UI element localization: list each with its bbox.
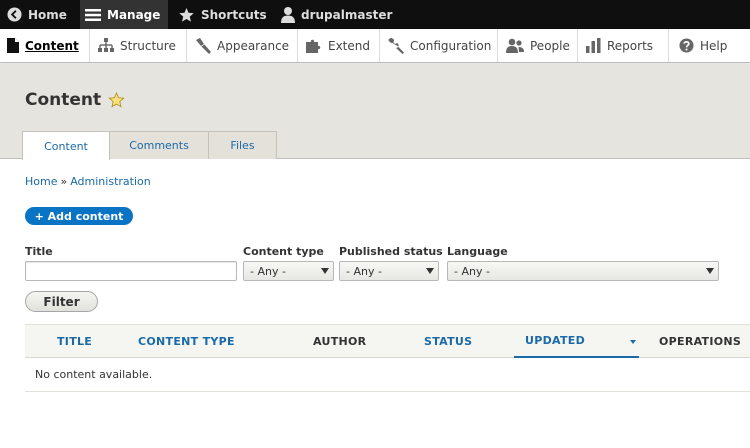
- tab-comments[interactable]: Comments: [109, 131, 209, 159]
- tray-item-people[interactable]: People: [498, 29, 578, 62]
- published-status-select[interactable]: - Any -: [339, 261, 439, 281]
- toolbar-shortcuts-label: Shortcuts: [201, 7, 267, 22]
- add-content-button[interactable]: + Add content: [25, 207, 133, 225]
- hamburger-icon: [85, 8, 101, 21]
- admin-tray: Content Structure Appearance Extend Conf…: [0, 29, 750, 63]
- published-status-select-value: - Any -: [346, 264, 382, 278]
- shortcut-star-icon[interactable]: [108, 92, 125, 108]
- file-icon: [7, 38, 19, 53]
- toolbar-home-label: Home: [28, 7, 67, 22]
- dropdown-arrow-icon: [706, 268, 714, 274]
- content-table-header: TITLE CONTENT TYPE AUTHOR STATUS UPDATED…: [25, 324, 750, 358]
- page-title-text: Content: [25, 90, 102, 110]
- empty-message: No content available.: [35, 368, 153, 381]
- column-title-sort-link[interactable]: TITLE: [57, 325, 92, 358]
- breadcrumb-administration-link[interactable]: Administration: [70, 175, 151, 188]
- tray-item-label: Reports: [607, 38, 654, 53]
- tray-item-label: Configuration: [410, 38, 492, 53]
- tray-item-label: Extend: [328, 38, 370, 53]
- tray-item-label: People: [530, 38, 570, 53]
- people-icon: [506, 38, 524, 53]
- content-type-filter-label: Content type: [243, 245, 324, 258]
- title-filter-input[interactable]: [25, 261, 237, 281]
- tray-item-reports[interactable]: Reports: [578, 29, 669, 62]
- home-back-icon: [7, 7, 22, 22]
- sort-descending-icon: [630, 340, 636, 344]
- primary-tabs: Content Comments Files: [22, 131, 277, 160]
- column-updated-label: UPDATED: [525, 334, 586, 347]
- tray-item-label: Structure: [120, 38, 176, 53]
- tray-item-help[interactable]: Help: [669, 29, 750, 62]
- filter-button[interactable]: Filter: [25, 291, 98, 312]
- tray-item-content[interactable]: Content: [0, 29, 90, 62]
- question-icon: [679, 38, 694, 53]
- toolbar-home-link[interactable]: Home: [0, 0, 73, 29]
- column-status-sort-link[interactable]: STATUS: [424, 325, 472, 358]
- breadcrumb: Home » Administration: [25, 175, 151, 188]
- user-icon: [281, 7, 295, 23]
- content-type-select[interactable]: - Any -: [243, 261, 334, 281]
- toolbar-manage-label: Manage: [107, 7, 161, 22]
- column-operations-header: OPERATIONS: [659, 335, 742, 348]
- toolbar-manage-tab[interactable]: Manage: [80, 0, 168, 29]
- tab-files[interactable]: Files: [208, 131, 277, 159]
- tab-content[interactable]: Content: [22, 131, 110, 160]
- content-type-select-value: - Any -: [250, 264, 286, 278]
- column-author-header: AUTHOR: [313, 335, 367, 348]
- toolbar-shortcuts-tab[interactable]: Shortcuts: [176, 0, 276, 29]
- language-select[interactable]: - Any -: [447, 261, 719, 281]
- column-content-type-sort-link[interactable]: CONTENT TYPE: [138, 325, 235, 358]
- language-filter-label: Language: [447, 245, 508, 258]
- star-icon: [179, 7, 194, 22]
- table-empty-row: No content available.: [25, 358, 750, 392]
- tab-label: Files: [230, 139, 255, 152]
- tray-item-label: Content: [25, 38, 79, 53]
- bar-chart-icon: [586, 38, 601, 53]
- tray-item-structure[interactable]: Structure: [90, 29, 187, 62]
- breadcrumb-separator: »: [60, 175, 68, 188]
- paintbrush-icon: [196, 37, 211, 54]
- column-updated-sort-link[interactable]: UPDATED: [514, 325, 639, 358]
- tray-item-label: Appearance: [217, 38, 290, 53]
- tab-label: Comments: [129, 139, 189, 152]
- puzzle-icon: [306, 39, 321, 53]
- breadcrumb-home-link[interactable]: Home: [25, 175, 57, 188]
- wrench-icon: [388, 37, 404, 54]
- tab-label: Content: [44, 139, 88, 153]
- toolbar-user-label: drupalmaster: [301, 7, 393, 22]
- tray-item-extend[interactable]: Extend: [298, 29, 380, 62]
- page-header: Content Content Comments Files: [0, 64, 750, 160]
- admin-toolbar: Home Manage Shortcuts drupalmaster: [0, 0, 750, 29]
- dropdown-arrow-icon: [426, 268, 434, 274]
- toolbar-user-tab[interactable]: drupalmaster: [280, 0, 400, 29]
- sitemap-icon: [98, 38, 114, 52]
- tray-item-configuration[interactable]: Configuration: [380, 29, 498, 62]
- page-title: Content: [25, 90, 125, 110]
- dropdown-arrow-icon: [321, 268, 329, 274]
- tray-item-appearance[interactable]: Appearance: [187, 29, 298, 62]
- title-filter-label: Title: [25, 245, 53, 258]
- published-status-filter-label: Published status: [339, 245, 443, 258]
- tray-item-label: Help: [700, 38, 728, 53]
- language-select-value: - Any -: [454, 264, 490, 278]
